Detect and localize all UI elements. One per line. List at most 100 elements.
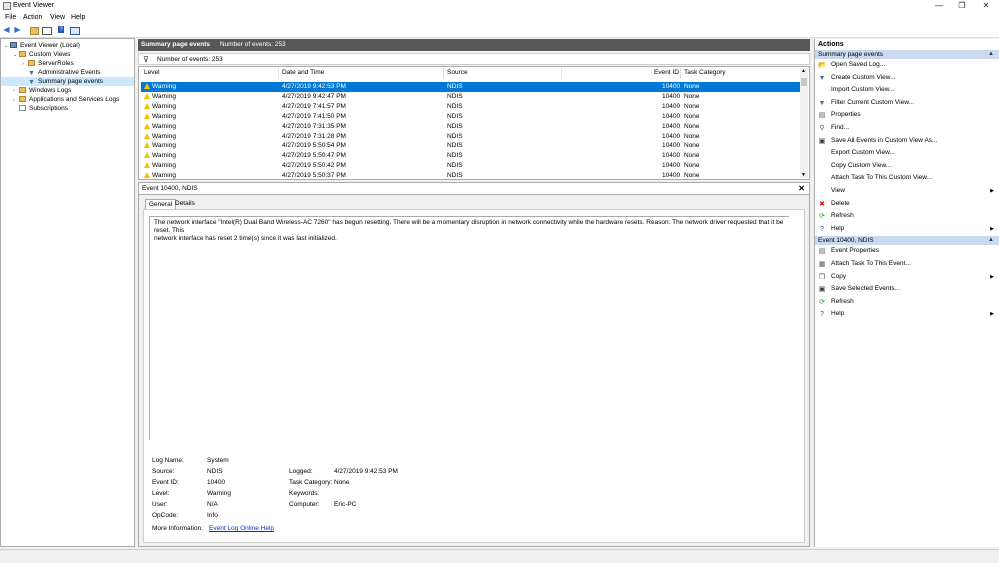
menu-view[interactable]: View bbox=[50, 14, 65, 21]
tree-node[interactable]: ⌄ Event Viewer (Local) bbox=[1, 41, 134, 50]
action-item[interactable]: ▣ Save All Events in Custom View As... bbox=[815, 135, 999, 148]
collapse-icon[interactable]: ▲ bbox=[988, 236, 994, 245]
action-item[interactable]: ⟳ Refresh bbox=[815, 210, 999, 223]
collapse-icon[interactable]: ▲ bbox=[988, 50, 994, 59]
column-divider[interactable] bbox=[278, 68, 279, 78]
tree-node[interactable]: ▼ Summary page events bbox=[1, 77, 134, 86]
menu-action[interactable]: Action bbox=[23, 14, 42, 21]
tree-node[interactable]: › Windows Logs bbox=[1, 86, 134, 95]
table-row[interactable]: Warning 4/27/2019 7:41:50 PM NDIS 10400 None bbox=[141, 112, 801, 122]
cell-source: NDIS bbox=[447, 112, 463, 122]
table-row[interactable]: Warning 4/27/2019 7:31:28 PM NDIS 10400 None bbox=[141, 132, 801, 142]
forward-arrow-icon[interactable]: ▶ bbox=[13, 26, 22, 34]
tree-node[interactable]: › ServerRoles bbox=[1, 59, 134, 68]
more-information-label: More Information: bbox=[152, 525, 203, 532]
tree-node[interactable]: ▼ Administrative Events bbox=[1, 68, 134, 77]
tree-node-label: Subscriptions bbox=[29, 105, 69, 112]
menu-file[interactable]: File bbox=[5, 14, 16, 21]
event-log-online-help-link[interactable]: Event Log Online Help bbox=[209, 525, 274, 532]
table-row[interactable]: Warning 4/27/2019 7:41:57 PM NDIS 10400 None bbox=[141, 102, 801, 112]
actions-section-event[interactable]: Event 10400, NDIS ▲ bbox=[815, 236, 999, 246]
cell-task-category: None bbox=[684, 151, 700, 161]
open-folder-icon[interactable] bbox=[30, 27, 39, 35]
table-row[interactable]: Warning 4/27/2019 5:50:54 PM NDIS 10400 None bbox=[141, 141, 801, 151]
property-label: Computer: bbox=[289, 501, 320, 508]
table-row[interactable]: Warning 4/27/2019 5:50:37 PM NDIS 10400 None bbox=[141, 171, 801, 179]
cell-level: Warning bbox=[144, 92, 176, 102]
tree-node[interactable]: ⌄ Custom Views bbox=[1, 50, 134, 59]
help-icon[interactable]: ? bbox=[58, 26, 64, 33]
cell-date-time-text: 4/27/2019 5:50:54 PM bbox=[282, 142, 346, 150]
action-item[interactable]: View ▶ bbox=[815, 185, 999, 198]
action-item[interactable]: ▤ Event Properties bbox=[815, 245, 999, 258]
submenu-arrow-icon: ▶ bbox=[990, 187, 994, 194]
cell-event-id-text: 10400 bbox=[662, 142, 681, 150]
column-task-category[interactable]: Task Category bbox=[684, 69, 726, 76]
property-label: Task Category: bbox=[289, 479, 333, 486]
column-divider[interactable] bbox=[443, 68, 444, 78]
folder-icon bbox=[19, 96, 26, 102]
action-item[interactable]: ? Help ▶ bbox=[815, 308, 999, 321]
action-item[interactable]: ▼ Filter Current Custom View... bbox=[815, 97, 999, 110]
events-grid[interactable]: Level Date and Time Source Event ID Task… bbox=[138, 66, 810, 180]
action-item[interactable]: 📂 Open Saved Log... bbox=[815, 59, 999, 72]
action-item[interactable]: ▼ Create Custom View... bbox=[815, 72, 999, 85]
table-row[interactable]: Warning 4/27/2019 9:42:53 PM NDIS 10400 None bbox=[141, 82, 801, 92]
action-item[interactable]: ? Help ▶ bbox=[815, 223, 999, 236]
action-item[interactable]: ⟳ Refresh bbox=[815, 296, 999, 309]
scroll-thumb[interactable] bbox=[801, 78, 807, 86]
action-item-label: Help bbox=[831, 224, 845, 232]
column-divider[interactable] bbox=[680, 68, 681, 78]
action-item[interactable]: ❐ Copy ▶ bbox=[815, 271, 999, 284]
tree-node[interactable]: Subscriptions bbox=[1, 104, 134, 113]
minimize-icon[interactable]: — bbox=[927, 0, 951, 13]
folder-icon bbox=[19, 87, 26, 93]
actions-section-summary[interactable]: Summary page events ▲ bbox=[815, 50, 999, 59]
column-level[interactable]: Level bbox=[144, 69, 160, 76]
table-row[interactable]: Warning 4/27/2019 9:42:47 PM NDIS 10400 None bbox=[141, 92, 801, 102]
folder-icon bbox=[19, 51, 26, 57]
cell-source-text: NDIS bbox=[447, 102, 463, 110]
event-message-line-1: The network interface "Intel(R) Dual Ban… bbox=[154, 219, 784, 234]
warning-icon bbox=[144, 152, 150, 159]
event-message-line-2: network interface has reset 2 time(s) si… bbox=[154, 235, 337, 242]
action-item[interactable]: ▣ Save Selected Events... bbox=[815, 283, 999, 296]
actions-section-event-label: Event 10400, NDIS bbox=[818, 237, 874, 245]
find-icon: ⚲ bbox=[819, 124, 825, 132]
action-item[interactable]: ▤ Properties bbox=[815, 109, 999, 122]
event-detail-pane: General Details The network interface "I… bbox=[138, 195, 810, 547]
menu-help[interactable]: Help bbox=[71, 14, 85, 21]
close-detail-icon[interactable]: ✕ bbox=[798, 183, 805, 195]
action-item[interactable]: Attach Task To This Custom View... bbox=[815, 172, 999, 185]
event-viewer-app-icon bbox=[3, 2, 11, 10]
tab-details[interactable]: Details bbox=[172, 199, 198, 209]
action-item[interactable]: ⚲ Find... bbox=[815, 122, 999, 135]
table-row[interactable]: Warning 4/27/2019 5:50:42 PM NDIS 10400 None bbox=[141, 161, 801, 171]
blank-icon bbox=[818, 150, 826, 157]
table-row[interactable]: Warning 4/27/2019 5:50:47 PM NDIS 10400 None bbox=[141, 151, 801, 161]
action-item[interactable]: Import Custom View... bbox=[815, 84, 999, 97]
back-arrow-icon[interactable]: ◀ bbox=[2, 26, 11, 34]
scroll-down-icon[interactable]: ▼ bbox=[801, 172, 806, 178]
action-item-label: Refresh bbox=[831, 297, 854, 305]
tree-node[interactable]: › Applications and Services Logs bbox=[1, 95, 134, 104]
column-date-time[interactable]: Date and Time bbox=[282, 69, 324, 76]
restore-icon[interactable]: ❐ bbox=[950, 0, 974, 13]
column-source[interactable]: Source bbox=[447, 69, 468, 76]
column-event-id[interactable]: Event ID bbox=[654, 69, 679, 76]
actions-pane: Actions Summary page events ▲ 📂 Open Save… bbox=[814, 39, 999, 547]
close-icon[interactable]: ✕ bbox=[974, 0, 998, 13]
cell-task-category: None bbox=[684, 92, 700, 102]
action-item-label: Find... bbox=[831, 123, 850, 131]
table-row[interactable]: Warning 4/27/2019 7:31:35 PM NDIS 10400 None bbox=[141, 122, 801, 132]
event-message[interactable]: The network interface "Intel(R) Dual Ban… bbox=[149, 216, 789, 440]
action-item[interactable]: Export Custom View... bbox=[815, 147, 999, 160]
column-divider[interactable] bbox=[561, 68, 562, 78]
show-hide-action-pane-icon[interactable] bbox=[70, 27, 80, 35]
action-item[interactable]: ✖ Delete bbox=[815, 198, 999, 211]
action-item[interactable]: Copy Custom View... bbox=[815, 160, 999, 173]
action-item[interactable]: ▦ Attach Task To This Event... bbox=[815, 258, 999, 271]
grid-scrollbar[interactable]: ▲ ▼ bbox=[800, 68, 808, 178]
scroll-up-icon[interactable]: ▲ bbox=[801, 68, 806, 74]
show-hide-tree-icon[interactable] bbox=[42, 27, 52, 35]
